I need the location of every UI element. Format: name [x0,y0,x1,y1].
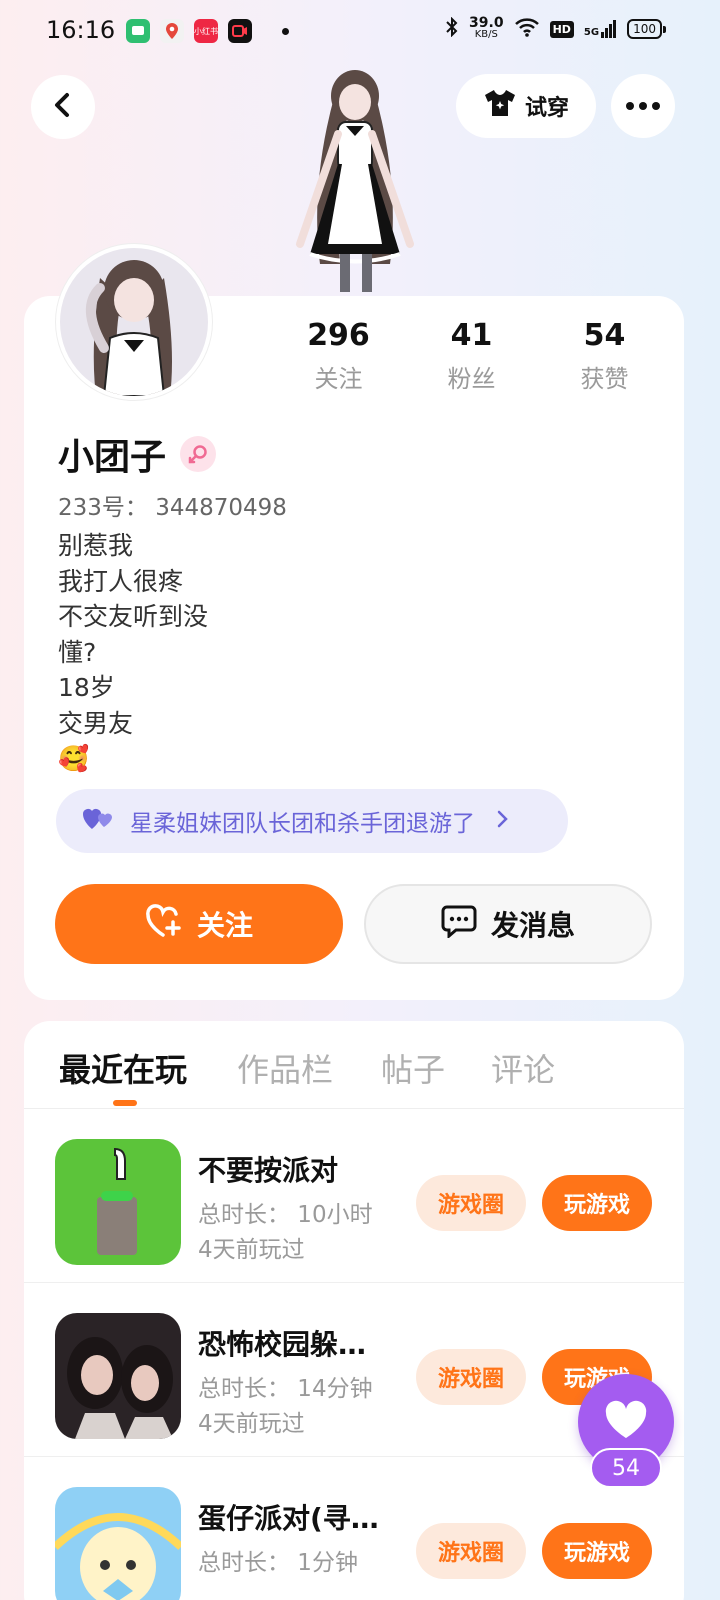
bio-line: 不交友听到没 [58,602,209,631]
network-speed: 39.0 KB/S [469,15,504,41]
group-status-pill[interactable]: 星柔姐妹团队长团和杀手团退游了 [56,789,568,853]
bio-line: 18岁 [58,673,115,702]
more-dot [639,102,647,110]
message-app-icon [126,19,150,43]
bio-line: 懂? [58,637,97,667]
signal-type: 5G [583,27,600,38]
network-speed-unit: KB/S [474,29,498,40]
game-title: 不要按派对 [198,1154,339,1187]
game-circle-button[interactable]: 游戏圈 [416,1523,526,1579]
game-title: 恐怖校园躲… [198,1328,367,1361]
message-label: 发消息 [490,909,575,942]
send-message-button[interactable]: 发消息 [364,884,652,964]
bio-line: 交男友 [58,708,134,738]
video-app-icon [228,19,252,43]
bluetooth-icon [445,16,459,41]
xiaohongshu-app-icon: 小红书 [194,19,218,43]
game-icon-eggy-party[interactable] [55,1487,181,1600]
chat-bubble-icon [441,904,477,945]
female-gender-icon [180,436,217,472]
game-duration: 总时长： 14分钟 [198,1376,373,1402]
game-circle-button[interactable]: 游戏圈 [416,1175,526,1231]
game-last-played: 4天前玩过 [198,1237,305,1263]
game-duration: 总时长： 10小时 [198,1202,373,1228]
battery-indicator: 100 [627,19,666,39]
stat-label: 关注 [314,365,363,393]
stat-value: 296 [307,318,370,353]
tab-works[interactable]: 作品栏 [237,1045,333,1091]
profile-tabs: 最近在玩 作品栏 帖子 评论 [24,1021,684,1109]
status-time: 16:16 [46,16,116,44]
follow-button[interactable]: 关注 [55,884,343,964]
game-list-item[interactable]: 蛋仔派对(寻… 总时长： 1分钟 游戏圈 玩游戏 [24,1457,684,1600]
status-notification-icons: 小红书 [126,19,289,43]
group-status-text: 星柔姐妹团队长团和杀手团退游了 [130,811,475,837]
tab-posts[interactable]: 帖子 [381,1045,445,1091]
active-tab-indicator [113,1100,137,1106]
profile-stats: 296 关注 41 粉丝 54 获赞 [272,318,672,394]
back-button[interactable] [31,75,95,139]
bio-line: 别惹我 [58,531,134,560]
tab-recently-played[interactable]: 最近在玩 [59,1045,187,1091]
map-pin-icon [160,19,184,43]
play-game-button[interactable]: 玩游戏 [542,1523,652,1579]
game-icon-dont-press-party[interactable] [55,1139,181,1265]
double-heart-icon [82,805,116,837]
tab-comments[interactable]: 评论 [491,1045,555,1091]
heart-plus-icon [145,903,183,945]
game-title: 蛋仔派对(寻… [198,1502,379,1535]
game-icon-horror-school[interactable] [55,1313,181,1439]
stat-value: 54 [583,318,626,353]
nickname-text: 小团子 [58,437,167,478]
like-count-badge: 54 [590,1448,662,1488]
game-duration: 总时长： 1分钟 [198,1550,358,1576]
more-dot [626,102,634,110]
avatar[interactable] [56,244,212,400]
game-last-played: 4天前玩过 [198,1411,305,1437]
follow-label: 关注 [196,909,253,942]
play-game-button[interactable]: 玩游戏 [542,1175,652,1231]
profile-name: 小团子 [58,428,217,480]
status-system-icons: 39.0 KB/S HD 5G 100 [445,15,666,41]
tshirt-sparkle-icon [483,88,517,124]
more-options-button[interactable] [611,74,675,138]
status-bar: 16:16 小红书 39.0 KB/S HD 5G 100 [0,0,720,64]
bio-line: 我打人很疼 [58,566,184,596]
avatar-character-figure [280,64,430,296]
try-on-button[interactable]: 试穿 [456,74,596,138]
chevron-left-icon [52,92,74,122]
user-id: 233号： 344870498 [58,495,287,521]
network-speed-value: 39.0 [469,15,504,31]
heart-icon [604,1400,648,1444]
chevron-right-icon [497,809,509,834]
more-notifications-dot [282,27,289,35]
signal-icon: 5G [584,20,617,38]
hd-badge: HD [549,20,574,38]
stat-following[interactable]: 296 关注 [272,318,405,394]
stat-label: 获赞 [580,365,629,393]
stat-value: 41 [450,318,493,353]
bio-line: 🥰 [58,744,90,773]
more-dot [652,102,660,110]
try-on-label: 试穿 [524,96,569,121]
game-circle-button[interactable]: 游戏圈 [416,1349,526,1405]
wifi-icon [514,17,540,41]
bio: 别惹我 我打人很疼 不交友听到没 懂? 18岁 交男友 🥰 [58,528,208,777]
stat-label: 粉丝 [447,365,496,393]
stat-followers[interactable]: 41 粉丝 [405,318,538,394]
game-list-item[interactable]: 不要按派对 总时长： 10小时 4天前玩过 游戏圈 玩游戏 [24,1109,684,1283]
content-card: 最近在玩 作品栏 帖子 评论 不要按派对 总时长： 10小时 4天前玩过 游戏圈… [24,1021,684,1600]
stat-likes[interactable]: 54 获赞 [538,318,671,394]
